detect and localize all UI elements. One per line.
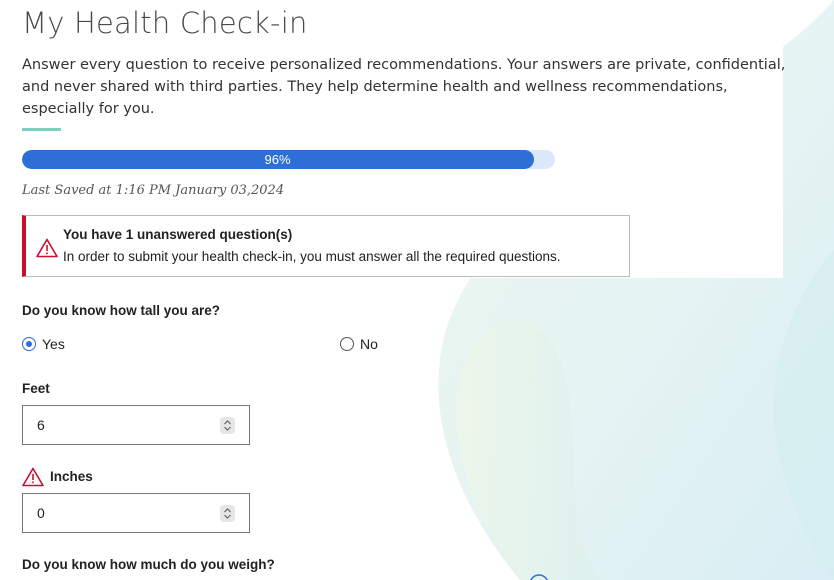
- stepper-icon[interactable]: [220, 417, 235, 434]
- warning-icon: [22, 467, 44, 487]
- last-saved-text: Last Saved at 1:16 PM January 03,2024: [22, 183, 285, 198]
- accent-divider: [22, 128, 61, 131]
- height-question-label: Do you know how tall you are?: [22, 303, 221, 318]
- stepper-icon[interactable]: [220, 505, 235, 522]
- radio-yes[interactable]: Yes: [22, 336, 65, 352]
- radio-no-indicator[interactable]: [340, 337, 354, 351]
- inches-label: Inches: [50, 469, 93, 484]
- warning-icon: [36, 238, 58, 258]
- alert-title: You have 1 unanswered question(s): [63, 227, 293, 242]
- radio-yes-label: Yes: [42, 336, 65, 352]
- inches-value: 0: [37, 505, 45, 521]
- radio-yes-indicator[interactable]: [22, 337, 36, 351]
- feet-value: 6: [37, 417, 45, 433]
- feet-label: Feet: [22, 381, 50, 396]
- feet-input[interactable]: 6: [22, 405, 250, 445]
- progress-label: 96%: [264, 152, 291, 167]
- radio-no[interactable]: No: [340, 336, 378, 352]
- inches-input[interactable]: 0: [22, 493, 250, 533]
- intro-text: Answer every question to receive persona…: [22, 57, 786, 117]
- progress-bar: 96%: [22, 150, 555, 169]
- radio-no-label: No: [360, 336, 378, 352]
- unanswered-alert: You have 1 unanswered question(s) In ord…: [22, 215, 630, 277]
- alert-message: In order to submit your health check-in,…: [63, 249, 561, 264]
- weight-question-label: Do you know how much do you weigh?: [22, 557, 275, 572]
- page-title: My Health Check-in: [22, 6, 308, 40]
